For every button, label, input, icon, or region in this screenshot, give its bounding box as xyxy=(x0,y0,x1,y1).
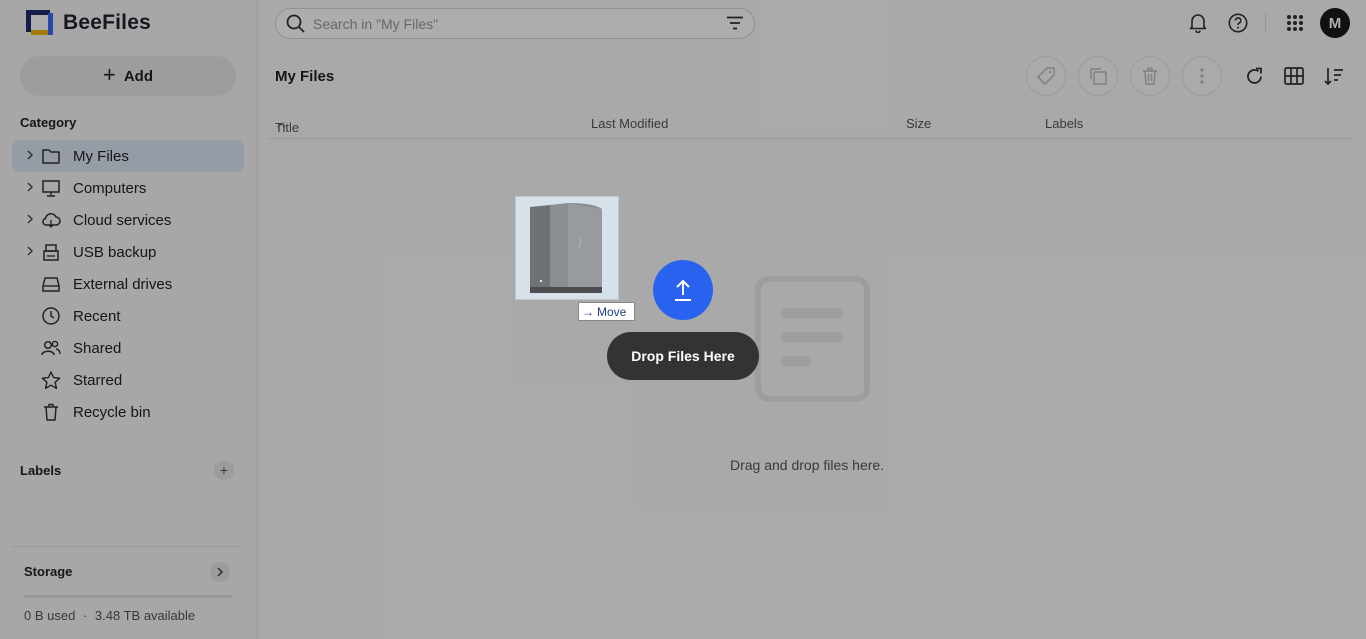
arrow-right-icon: → xyxy=(582,304,594,319)
drop-files-pill: Drop Files Here xyxy=(607,332,759,380)
app-window: BeeFiles + Add Category My Files Compute… xyxy=(0,0,1366,639)
upload-indicator xyxy=(653,260,713,320)
nas-device-image xyxy=(516,197,618,299)
dragged-file-thumbnail xyxy=(515,196,619,300)
upload-arrow-icon xyxy=(675,279,691,301)
move-cursor-tag: → Move xyxy=(578,302,635,321)
move-label: Move xyxy=(597,304,627,319)
